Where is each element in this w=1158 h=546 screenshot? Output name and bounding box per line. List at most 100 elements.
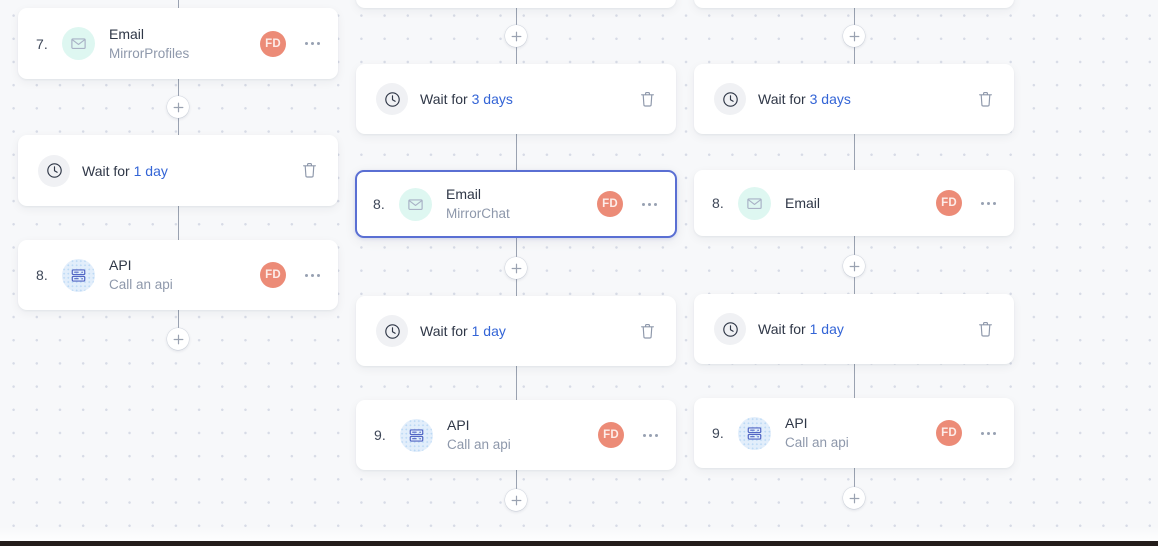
step-number: 8. [712,195,724,211]
avatar[interactable]: FD [597,191,623,217]
wait-card[interactable]: Wait for 3 days [356,64,676,134]
more-horizontal-icon[interactable] [976,191,1000,215]
connector-line [516,47,517,64]
connector-line [516,238,517,257]
clock-icon [38,154,70,187]
plus-icon [849,261,860,272]
add-step-button[interactable] [843,255,865,277]
plus-icon [173,334,184,345]
add-step-button[interactable] [167,328,189,350]
action-subtitle: MirrorChat [446,206,510,221]
action-title: API [109,257,132,273]
action-card-email[interactable]: 8. Email MirrorChat FD [355,170,677,238]
action-text: Email MirrorProfiles [109,26,260,62]
plus-icon [173,102,184,113]
wait-duration[interactable]: 3 days [810,91,851,107]
connector-line [516,134,517,170]
connector-line [178,118,179,135]
wait-duration[interactable]: 3 days [472,91,513,107]
partial-card-offscreen[interactable] [356,0,676,8]
wait-prefix: Wait for [420,323,472,339]
more-horizontal-icon[interactable] [300,263,324,287]
connector-line [178,0,179,8]
avatar[interactable]: FD [936,420,962,446]
avatar[interactable]: FD [260,262,286,288]
partial-card-offscreen[interactable] [694,0,1014,8]
action-text: Email [785,195,936,212]
wait-duration[interactable]: 1 day [810,321,844,337]
action-subtitle: MirrorProfiles [109,45,190,61]
connector-line [854,47,855,64]
clock-icon [376,315,408,347]
action-text: API Call an api [447,417,598,453]
action-title: API [785,415,808,431]
step-number: 9. [712,425,724,441]
more-horizontal-icon[interactable] [976,421,1000,445]
server-stack-icon [738,416,771,450]
avatar[interactable]: FD [598,422,624,448]
plus-icon [511,263,522,274]
wait-label: Wait for 1 day [82,163,298,179]
clock-icon [714,313,746,345]
action-card-email[interactable]: 7. Email MirrorProfiles FD [18,8,338,79]
avatar[interactable]: FD [936,190,962,216]
bottom-bar [0,541,1158,546]
trash-icon[interactable] [974,88,996,110]
wait-card[interactable]: Wait for 1 day [18,135,338,206]
action-title: API [447,417,470,433]
add-step-button[interactable] [505,489,527,511]
wait-prefix: Wait for [82,162,134,179]
wait-duration[interactable]: 1 day [134,163,168,179]
wait-card[interactable]: Wait for 1 day [356,296,676,366]
workflow-canvas[interactable]: 7. Email MirrorProfiles FD Wait for 1 day 8. A… [0,0,1158,546]
trash-icon[interactable] [636,88,658,110]
connector-line [854,236,855,255]
wait-card[interactable]: Wait for 3 days [694,64,1014,134]
wait-label: Wait for 3 days [420,91,636,107]
wait-card[interactable]: Wait for 1 day [694,294,1014,364]
action-card-api[interactable]: 9. API Call an api FD [356,400,676,470]
action-subtitle: Call an api [447,437,511,452]
more-horizontal-icon[interactable] [300,32,324,56]
action-text: Email MirrorChat [446,186,597,222]
plus-icon [849,31,860,42]
wait-label: Wait for 3 days [758,91,974,107]
action-card-email[interactable]: 8. Email FD [694,170,1014,236]
wait-duration[interactable]: 1 day [472,323,506,339]
add-step-button[interactable] [843,487,865,509]
connector-line [854,277,855,294]
connector-line [516,366,517,400]
envelope-icon [738,186,771,220]
connector-line [178,79,179,96]
action-subtitle: Call an api [785,435,849,450]
add-step-button[interactable] [843,25,865,47]
more-horizontal-icon[interactable] [637,192,661,216]
more-horizontal-icon[interactable] [638,423,662,447]
connector-line [854,468,855,487]
action-subtitle: Call an api [109,277,173,292]
add-step-button[interactable] [167,96,189,118]
wait-label: Wait for 1 day [420,323,636,339]
connector-line [516,470,517,489]
plus-icon [511,31,522,42]
action-title: Email [446,186,482,202]
action-card-api[interactable]: 9. API Call an api FD [694,398,1014,468]
clock-icon [714,83,746,115]
envelope-icon [62,27,95,60]
trash-icon[interactable] [974,318,996,340]
server-stack-icon [400,418,433,452]
add-step-button[interactable] [505,257,527,279]
wait-prefix: Wait for [758,321,810,337]
trash-icon[interactable] [298,160,320,182]
connector-line [516,279,517,296]
envelope-icon [399,187,432,221]
avatar[interactable]: FD [260,30,286,57]
trash-icon[interactable] [636,320,658,342]
action-card-api[interactable]: 8. API Call an api FD [18,240,338,310]
add-step-button[interactable] [505,25,527,47]
step-number: 7. [36,35,48,52]
wait-prefix: Wait for [420,91,472,107]
connector-line [854,364,855,398]
connector-line [854,134,855,170]
connector-line [178,206,179,240]
